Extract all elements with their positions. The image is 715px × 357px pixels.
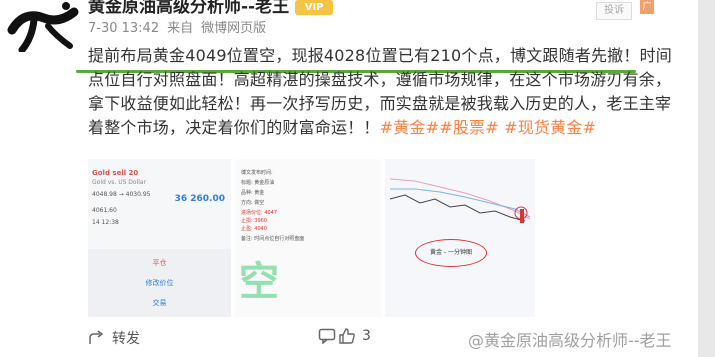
post-time[interactable]: 7-30 13:42 — [88, 21, 159, 36]
trade-title: Gold sell 20 — [92, 169, 139, 177]
chart-label: 黄金 - 一分钟图 — [415, 239, 487, 267]
post-line-2: 点位自行对照盘面！高超精湛的操盘技术，遵循市场规律，在这个市场游刃有余， — [88, 70, 672, 89]
notice-big-char: 空 — [239, 259, 279, 305]
trade-profit: 36 260.00 — [174, 194, 225, 204]
like-count: 3 — [362, 328, 371, 344]
comment-button[interactable] — [318, 328, 336, 344]
share-label: 转发 — [112, 331, 140, 347]
notice-line-1: 博文发布时间: — [241, 170, 273, 176]
notice-line-6: 止损: 3960 — [241, 218, 267, 224]
like-button[interactable]: 3 — [338, 328, 371, 344]
trade-row-1: 4061.60 — [92, 207, 117, 214]
post-text: 提前布局黄金4049位置空，现报4028位置已有210个点，博文跟随者先撤！时间… — [88, 44, 700, 140]
avatar[interactable] — [4, 0, 82, 52]
ad-icon: 广 — [640, 0, 654, 14]
post-source[interactable]: 微博网页版 — [201, 21, 266, 36]
notice-line-8: 备注: 时间点位自行对照盘面 — [241, 236, 305, 242]
vip-badge-icon: VIP — [295, 0, 334, 15]
trade-button: 交易 — [152, 299, 167, 307]
post-images: Gold sell 20 Gold vs. US Dollar 4048.98 … — [88, 159, 535, 317]
thumbs-up-icon — [339, 328, 355, 344]
image-thumbnail-notice[interactable]: 博文发布时间: 标题: 黄金原油 品种: 黄金 方向: 做空 进场价位: 404… — [235, 159, 381, 317]
source-prefix: 来自 — [167, 21, 194, 36]
close-position-button: 平仓 — [152, 259, 167, 267]
trade-range: 4048.98 → 4030.95 — [92, 191, 151, 198]
report-button[interactable]: 投诉 — [596, 2, 632, 20]
image-thumbnail-chart[interactable]: 黄金 - 一分钟图 — [385, 159, 535, 317]
notice-line-7: 止盈: 4040 — [241, 226, 267, 232]
scrollbar-track[interactable] — [698, 0, 715, 357]
trade-subtitle: Gold vs. US Dollar — [92, 179, 147, 186]
notice-line-3: 品种: 黄金 — [241, 190, 265, 196]
modify-price-button: 修改价位 — [145, 279, 174, 287]
trade-buttons: 平仓 修改价位 交易 — [92, 251, 227, 315]
notice-line-5: 进场价位: 4047 — [241, 210, 277, 216]
avatar-calligraphy-icon — [7, 2, 79, 52]
notice-line-2: 标题: 黄金原油 — [241, 180, 275, 186]
post-line-3: 拿下收益便如此轻松！再一次抒写历史，而实盘就是被我载入历史的人，老王主宰 — [88, 94, 672, 113]
share-button[interactable]: 转发 — [88, 328, 140, 348]
author-name[interactable]: 黄金原油高级分析师--老王 VIP — [88, 0, 334, 17]
notice-line-4: 方向: 做空 — [241, 200, 265, 206]
price-chart-icon — [385, 159, 535, 317]
trade-row-2: 14 12:38 — [92, 219, 119, 226]
watermark: @黄金原油高级分析师--老王 — [468, 331, 672, 350]
post-tags[interactable]: #黄金##股票# #现货黄金# — [380, 118, 597, 137]
trade-card: Gold sell 20 Gold vs. US Dollar 4048.98 … — [88, 159, 231, 249]
post-meta: 7-30 13:42 来自 微博网页版 — [88, 17, 274, 36]
post-line-4: 着整个市场，决定着你们的财富命运！！#黄金##股票# #现货黄金# — [88, 118, 597, 137]
post-line-1: 提前布局黄金4049位置空，现报4028位置已有210个点，博文跟随者先撤！时间 — [88, 46, 672, 65]
share-icon — [89, 330, 104, 344]
image-thumbnail-trade[interactable]: Gold sell 20 Gold vs. US Dollar 4048.98 … — [88, 159, 231, 317]
comment-icon — [318, 328, 336, 344]
